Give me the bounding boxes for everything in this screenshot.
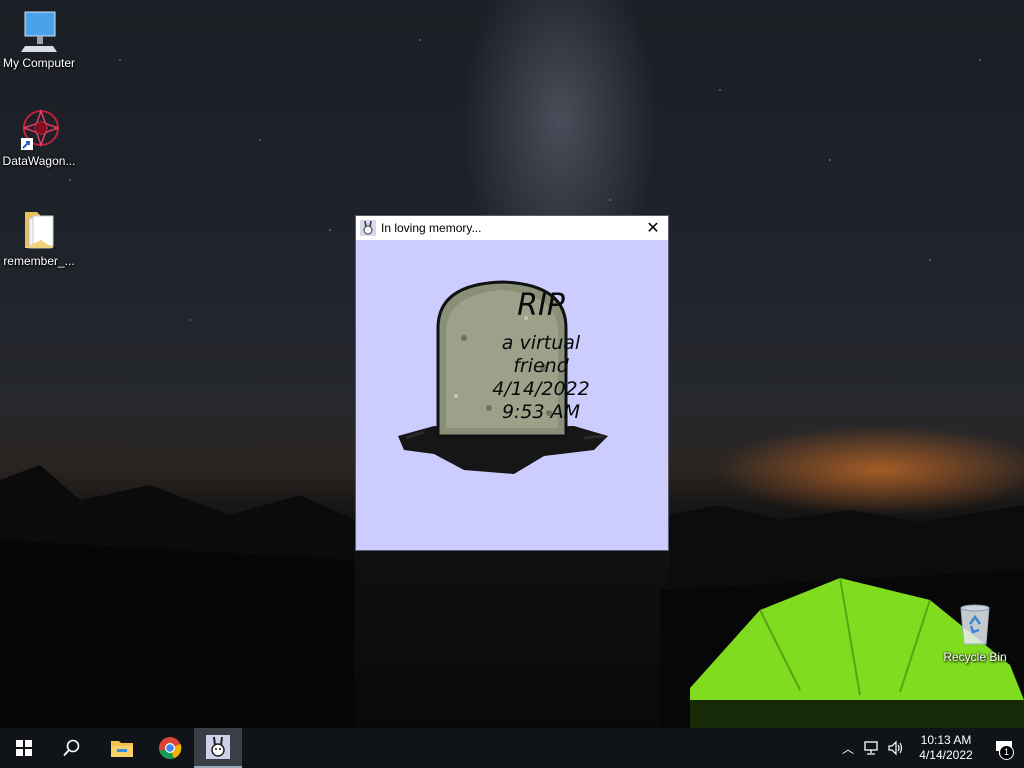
notification-count-badge: 1	[999, 745, 1014, 760]
folder-icon	[111, 741, 133, 757]
headstone-date: 4/14/2022	[492, 378, 590, 400]
start-button[interactable]	[0, 728, 48, 768]
desktop-icon-label: My Computer	[2, 56, 76, 70]
desktop: My Computer DataWagon... remember_... Re…	[0, 0, 1024, 728]
desktop-icon-label: remember_...	[3, 254, 75, 268]
bunny-icon	[360, 220, 376, 236]
memorial-dialog: In loving memory... ✕ RIP a virtual frie…	[355, 215, 669, 551]
action-center-button[interactable]: 1	[984, 728, 1024, 768]
close-button[interactable]: ✕	[638, 216, 668, 240]
volume-icon[interactable]	[884, 740, 908, 756]
datawagon-shortcut-icon	[21, 108, 59, 150]
system-tray: ︿ 10:13 AM 4/14/2022 1	[836, 728, 1024, 768]
bunny-icon	[206, 735, 230, 759]
desktop-icon-recycle-bin[interactable]: Recycle Bin	[937, 602, 1013, 664]
desktop-icon-remember-folder[interactable]: remember_...	[1, 206, 77, 268]
desktop-icon-label: DataWagon...	[2, 154, 76, 168]
network-icon[interactable]	[860, 740, 884, 756]
headstone-time: 9:53 AM	[501, 401, 581, 423]
computer-icon	[21, 11, 57, 52]
dialog-title: In loving memory...	[381, 221, 482, 235]
headstone-heading: RIP	[517, 288, 565, 323]
taskbar-chrome[interactable]	[146, 728, 194, 768]
headstone-image: RIP a virtual friend 4/14/2022 9:53 AM	[394, 278, 614, 488]
windows-logo-icon	[16, 740, 32, 756]
desktop-icon-my-computer[interactable]: My Computer	[1, 10, 77, 70]
search-icon	[63, 739, 80, 757]
show-hidden-icons-chevron-icon[interactable]: ︿	[836, 740, 860, 757]
taskbar-memorial-app[interactable]	[194, 728, 242, 768]
dialog-titlebar[interactable]: In loving memory... ✕	[356, 216, 668, 240]
headstone-line2: friend	[513, 355, 569, 377]
close-icon: ✕	[646, 220, 660, 237]
taskbar-clock[interactable]: 10:13 AM 4/14/2022	[914, 733, 978, 763]
clock-date: 4/14/2022	[919, 748, 973, 762]
taskbar-file-explorer[interactable]	[98, 728, 146, 768]
chrome-icon	[159, 737, 182, 760]
desktop-icon-label: Recycle Bin	[943, 650, 1007, 664]
taskbar: ︿ 10:13 AM 4/14/2022 1	[0, 728, 1024, 768]
clock-time: 10:13 AM	[920, 733, 972, 747]
headstone-line1: a virtual	[501, 332, 581, 354]
recycle-bin-icon	[960, 604, 990, 645]
search-button[interactable]	[48, 728, 96, 768]
folder-icon	[25, 212, 54, 249]
desktop-icon-datawagon[interactable]: DataWagon...	[1, 108, 77, 168]
